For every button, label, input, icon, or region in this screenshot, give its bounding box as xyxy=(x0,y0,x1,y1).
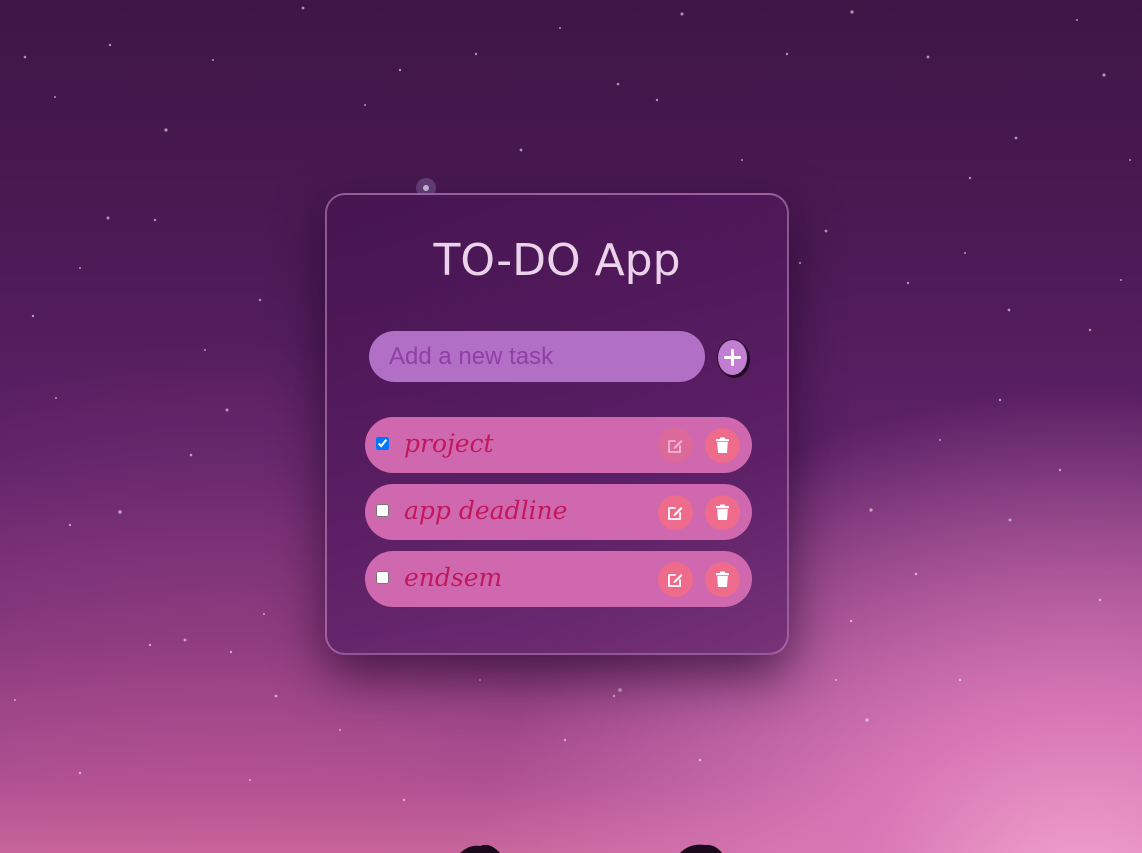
task-checkbox[interactable] xyxy=(376,437,389,450)
delete-task-button[interactable] xyxy=(705,495,740,530)
trash-icon xyxy=(716,504,729,520)
edit-task-button[interactable] xyxy=(658,495,693,530)
task-label: app deadline xyxy=(404,496,568,525)
task-checkbox[interactable] xyxy=(376,504,389,517)
edit-icon xyxy=(668,507,683,520)
trash-icon xyxy=(716,571,729,587)
todo-card: TO-DO App project app deadline xyxy=(325,193,789,655)
plus-icon xyxy=(724,349,741,366)
task-label: project xyxy=(404,429,494,458)
edit-task-button[interactable] xyxy=(658,428,693,463)
trash-icon xyxy=(716,437,729,453)
edit-task-button[interactable] xyxy=(658,562,693,597)
task-item: endsem xyxy=(365,551,752,607)
task-checkbox[interactable] xyxy=(376,571,389,584)
delete-task-button[interactable] xyxy=(705,428,740,463)
edit-icon xyxy=(668,440,683,453)
tree-silhouette xyxy=(460,844,722,853)
edit-icon xyxy=(668,574,683,587)
add-task-button[interactable] xyxy=(717,339,748,376)
delete-task-button[interactable] xyxy=(705,562,740,597)
task-item: project xyxy=(365,417,752,473)
app-title: TO-DO App xyxy=(433,235,681,286)
task-label: endsem xyxy=(404,563,503,592)
new-task-input[interactable] xyxy=(369,331,705,382)
task-item: app deadline xyxy=(365,484,752,540)
